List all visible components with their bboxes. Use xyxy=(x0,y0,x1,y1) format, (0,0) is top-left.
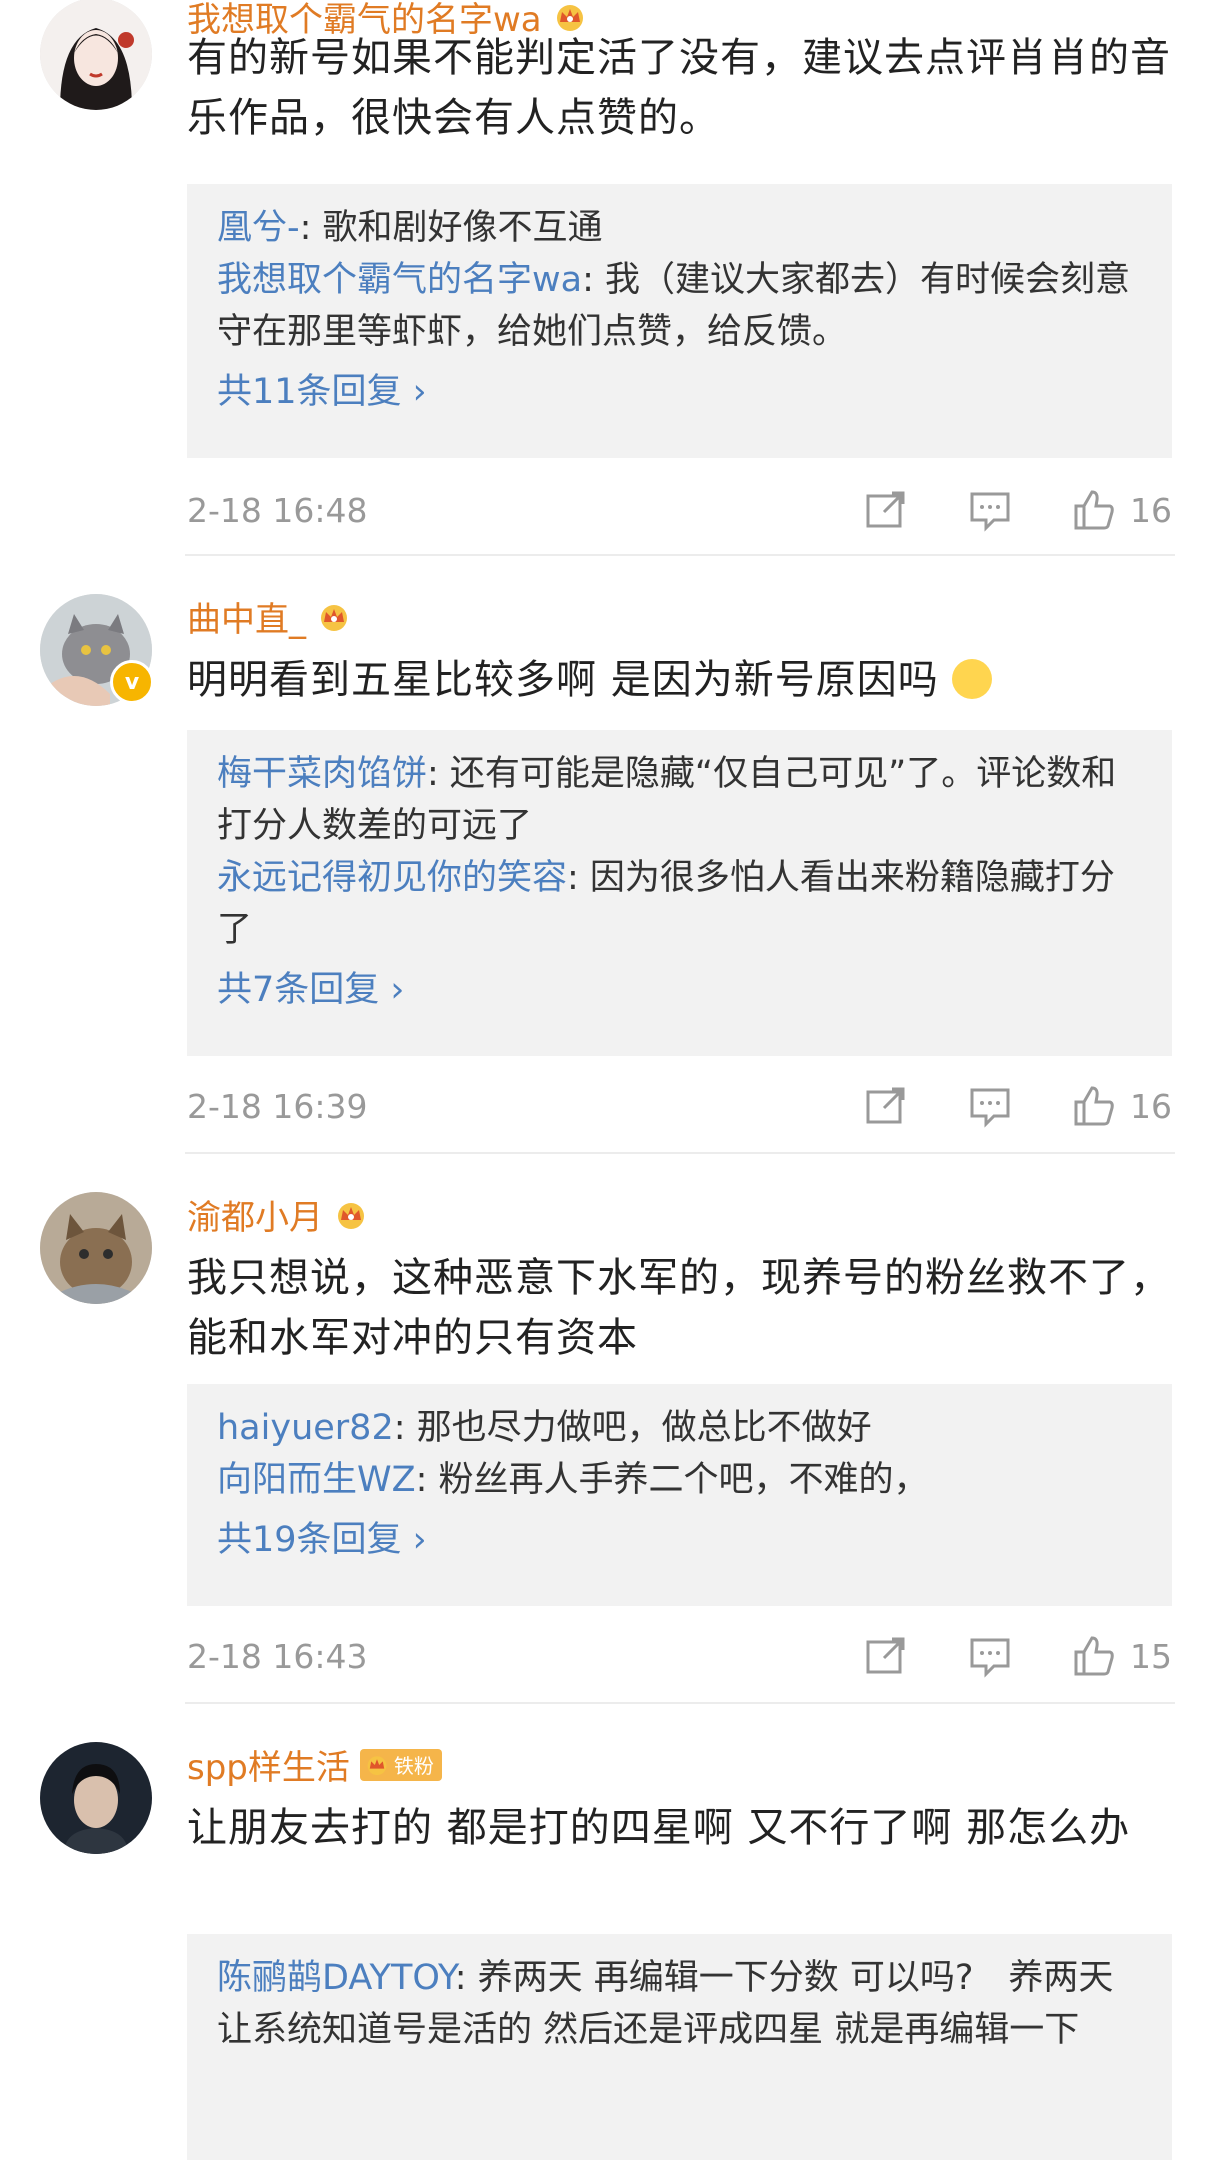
like-button[interactable]: 16 xyxy=(1072,488,1172,532)
reply-username[interactable]: 向阳而生WZ xyxy=(217,1460,416,1500)
like-count: 16 xyxy=(1130,1086,1172,1126)
divider xyxy=(185,1152,1175,1154)
reply-text: : 那也尽力做吧，做总比不做好 xyxy=(393,1408,872,1448)
share-icon xyxy=(866,491,905,528)
comment-text: 明明看到五星比较多啊 是因为新号原因吗 xyxy=(187,657,939,703)
reply-box[interactable]: haiyuer82: 那也尽力做吧，做总比不做好 向阳而生WZ: 粉丝再人手养二… xyxy=(187,1384,1172,1606)
reply: haiyuer82: 那也尽力做吧，做总比不做好 xyxy=(217,1402,1142,1454)
timestamp: 2-18 16:48 xyxy=(187,490,368,530)
reply-username[interactable]: haiyuer82 xyxy=(217,1408,394,1448)
avatar[interactable] xyxy=(40,1742,152,1854)
crown-icon xyxy=(556,4,583,31)
comment-button[interactable] xyxy=(968,1084,1012,1128)
view-all-replies-link[interactable]: 共11条回复 › xyxy=(217,366,1142,418)
reply-username[interactable]: 陈鹂鹋DAYTOY xyxy=(217,1958,455,1998)
crown-icon xyxy=(321,604,347,631)
comment-icon xyxy=(970,492,1010,532)
timestamp: 2-18 16:39 xyxy=(187,1086,368,1126)
divider xyxy=(185,1702,1175,1704)
emoji-icon xyxy=(952,659,993,699)
reply-username[interactable]: 梅干菜肉馅饼 xyxy=(217,754,427,794)
crown-icon xyxy=(367,1755,387,1775)
view-all-replies-link[interactable]: 共19条回复 › xyxy=(217,1514,1142,1566)
comment-icon xyxy=(970,1638,1010,1678)
reply-username[interactable]: 永远记得初见你的笑容 xyxy=(217,858,567,898)
username[interactable]: 渝都小月 xyxy=(187,1190,323,1239)
comment-text: 有的新号如果不能判定活了没有，建议去点评肖肖的音乐作品，很快会有人点赞的。 xyxy=(187,35,1171,141)
avatar[interactable] xyxy=(40,1192,152,1304)
like-icon xyxy=(1074,490,1114,530)
share-icon xyxy=(866,1637,905,1674)
view-all-replies-link[interactable]: 共7条回复 › xyxy=(217,964,1142,1016)
like-count: 15 xyxy=(1130,1636,1172,1676)
comment-button[interactable] xyxy=(968,1634,1012,1678)
like-button[interactable]: 15 xyxy=(1072,1634,1172,1678)
fan-badge: 铁粉 xyxy=(359,1748,442,1781)
divider xyxy=(185,554,1175,556)
reply-box[interactable]: 梅干菜肉馅饼: 还有可能是隐藏“仅自己可见”了。评论数和打分人数差的可远了 永远… xyxy=(187,730,1172,1056)
like-icon xyxy=(1074,1086,1114,1126)
reply-username[interactable]: 凰兮- xyxy=(217,208,300,248)
reply: 凰兮-: 歌和剧好像不互通 xyxy=(217,202,1142,254)
reply: 永远记得初见你的笑容: 因为很多怕人看出来粉籍隐藏打分了 xyxy=(217,852,1142,956)
reply-box[interactable]: 凰兮-: 歌和剧好像不互通 我想取个霸气的名字wa: 我（建议大家都去）有时候会… xyxy=(187,184,1172,458)
like-count: 16 xyxy=(1130,490,1172,530)
like-icon xyxy=(1074,1636,1114,1676)
verified-icon: v xyxy=(110,660,154,704)
comment-button[interactable] xyxy=(968,488,1012,532)
reply: 向阳而生WZ: 粉丝再人手养二个吧，不难的， xyxy=(217,1454,1142,1506)
share-button[interactable] xyxy=(864,1084,908,1128)
comment-text: 我只想说，这种恶意下水军的，现养号的粉丝救不了，能和水军对冲的只有资本 xyxy=(187,1255,1171,1361)
reply-username[interactable]: 我想取个霸气的名字wa xyxy=(217,260,582,300)
reply: 梅干菜肉馅饼: 还有可能是隐藏“仅自己可见”了。评论数和打分人数差的可远了 xyxy=(217,748,1142,852)
fan-badge-label: 铁粉 xyxy=(393,1754,434,1778)
timestamp: 2-18 16:43 xyxy=(187,1636,368,1676)
username[interactable]: 曲中直_ xyxy=(187,592,306,641)
reply-text: : 歌和剧好像不互通 xyxy=(299,208,603,248)
share-button[interactable] xyxy=(864,488,908,532)
username[interactable]: spp样生活 xyxy=(187,1740,350,1789)
share-button[interactable] xyxy=(864,1634,908,1678)
reply: 我想取个霸气的名字wa: 我（建议大家都去）有时候会刻意守在那里等虾虾，给她们点… xyxy=(217,254,1142,358)
comment-text: 让朋友去打的 都是打的四星啊 又不行了啊 那怎么办 xyxy=(187,1805,1131,1851)
share-icon xyxy=(866,1087,905,1124)
reply: 陈鹂鹋DAYTOY: 养两天 再编辑一下分数 可以吗? 养两天让系统知道号是活的… xyxy=(217,1952,1142,2056)
reply-box[interactable]: 陈鹂鹋DAYTOY: 养两天 再编辑一下分数 可以吗? 养两天让系统知道号是活的… xyxy=(187,1934,1172,2160)
comment-icon xyxy=(970,1088,1010,1128)
avatar[interactable] xyxy=(40,0,152,110)
reply-text: : 粉丝再人手养二个吧，不难的， xyxy=(415,1460,929,1500)
crown-icon xyxy=(338,1202,364,1229)
like-button[interactable]: 16 xyxy=(1072,1084,1172,1128)
